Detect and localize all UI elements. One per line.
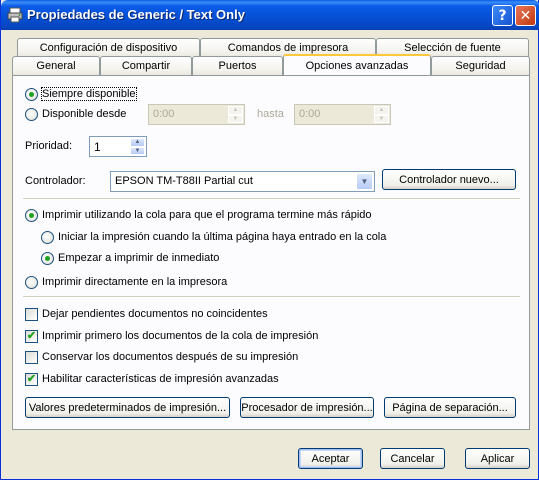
spool-label[interactable]: Imprimir utilizando la cola para que el …	[42, 209, 372, 221]
print-spooled-first-label[interactable]: Imprimir primero los documentos de la co…	[42, 330, 318, 342]
new-driver-label: Controlador nuevo...	[399, 173, 499, 186]
ok-button[interactable]: Aceptar	[298, 448, 363, 469]
tab-seguridad[interactable]: Seguridad	[431, 56, 530, 75]
window-title: Propiedades de Generic / Text Only	[27, 7, 245, 22]
spin-down-icon[interactable]: ▼	[228, 114, 243, 123]
tab-configuracion-dispositivo[interactable]: Configuración de dispositivo	[17, 38, 200, 57]
chevron-down-icon[interactable]: ▼	[356, 173, 373, 190]
priority-label: Prioridad:	[25, 140, 73, 152]
printing-defaults-button[interactable]: Valores predeterminados de impresión...	[25, 397, 230, 418]
spool-radio[interactable]	[25, 209, 38, 222]
ok-label: Aceptar	[311, 452, 350, 465]
separator-page-button[interactable]: Página de separación...	[384, 397, 516, 418]
cancel-button[interactable]: Cancelar	[380, 448, 445, 469]
hold-mismatched-label[interactable]: Dejar pendientes documentos no coinciden…	[42, 308, 268, 320]
tab-label: Puertos	[218, 60, 257, 72]
tab-label: Selección de fuente	[404, 42, 501, 54]
help-button[interactable]: ?	[492, 5, 513, 26]
spin-up-icon[interactable]: ▲	[374, 106, 389, 115]
driver-label: Controlador:	[25, 175, 86, 187]
available-from-label[interactable]: Disponible desde	[42, 108, 126, 120]
printing-defaults-label: Valores predeterminados de impresión...	[28, 401, 227, 414]
advanced-features-checkbox[interactable]: ✔	[25, 373, 38, 386]
start-immediately-label[interactable]: Empezar a imprimir de inmediato	[58, 252, 219, 264]
start-after-last-page-radio[interactable]	[41, 231, 54, 244]
hold-mismatched-checkbox[interactable]	[25, 308, 38, 321]
until-time-spinner[interactable]: 0:00 ▲ ▼	[294, 104, 391, 125]
spin-up-icon[interactable]: ▲	[130, 138, 145, 147]
print-direct-radio[interactable]	[25, 276, 38, 289]
apply-label: Aplicar	[480, 452, 515, 465]
close-button[interactable]: ✕	[515, 5, 536, 26]
from-time-value: 0:00	[153, 108, 175, 120]
print-direct-label[interactable]: Imprimir directamente en la impresora	[42, 276, 227, 288]
separator	[23, 198, 520, 200]
until-time-value: 0:00	[299, 108, 321, 120]
tab-label: Compartir	[121, 60, 171, 72]
keep-printed-label[interactable]: Conservar los documentos después de su i…	[42, 351, 298, 363]
available-from-radio[interactable]	[25, 108, 38, 121]
spin-down-icon[interactable]: ▼	[130, 146, 145, 155]
print-processor-button[interactable]: Procesador de impresión...	[240, 397, 374, 418]
cancel-label: Cancelar	[390, 452, 435, 465]
tab-label: Opciones avanzadas	[305, 59, 409, 72]
advanced-options-panel: Siempre disponible Disponible desde 0:00…	[12, 75, 530, 430]
printer-properties-window: Propiedades de Generic / Text Only ? ✕ C…	[0, 0, 539, 480]
until-label: hasta	[257, 108, 284, 120]
start-after-last-page-label[interactable]: Iniciar la impresión cuando la última pá…	[58, 231, 386, 243]
driver-select[interactable]: EPSON TM-T88II Partial cut ▼	[110, 171, 375, 192]
start-immediately-radio[interactable]	[41, 252, 54, 265]
new-driver-button[interactable]: Controlador nuevo...	[382, 169, 516, 190]
tab-label: General	[36, 60, 76, 72]
separator-page-label: Página de separación...	[392, 401, 508, 414]
separator	[23, 296, 520, 298]
printer-icon	[7, 7, 23, 23]
close-icon: ✕	[519, 7, 532, 24]
advanced-features-label[interactable]: Habilitar características de impresión a…	[42, 373, 279, 385]
tab-general[interactable]: General	[12, 56, 100, 75]
help-icon: ?	[498, 7, 507, 24]
checkmark-icon: ✔	[26, 330, 37, 342]
always-available-label[interactable]: Siempre disponible	[41, 87, 137, 101]
driver-value: EPSON TM-T88II Partial cut	[115, 175, 253, 187]
print-spooled-first-checkbox[interactable]: ✔	[25, 330, 38, 343]
tab-label: Configuración de dispositivo	[39, 42, 178, 54]
tab-puertos[interactable]: Puertos	[192, 56, 283, 75]
priority-value: 1	[94, 140, 101, 154]
apply-button[interactable]: Aplicar	[465, 448, 530, 469]
tab-opciones-avanzadas[interactable]: Opciones avanzadas	[283, 54, 431, 75]
always-available-radio[interactable]	[25, 88, 38, 101]
tab-compartir[interactable]: Compartir	[100, 56, 192, 75]
checkmark-icon: ✔	[26, 373, 37, 385]
from-time-spinner[interactable]: 0:00 ▲ ▼	[148, 104, 245, 125]
tab-label: Seguridad	[455, 60, 506, 72]
tab-label: Comandos de impresora	[227, 42, 349, 54]
spin-down-icon[interactable]: ▼	[374, 114, 389, 123]
title-bar[interactable]: Propiedades de Generic / Text Only ? ✕	[1, 0, 539, 30]
print-processor-label: Procesador de impresión...	[241, 401, 373, 414]
keep-printed-checkbox[interactable]	[25, 351, 38, 364]
spin-up-icon[interactable]: ▲	[228, 106, 243, 115]
priority-spinner[interactable]: 1 ▲ ▼	[89, 136, 147, 157]
